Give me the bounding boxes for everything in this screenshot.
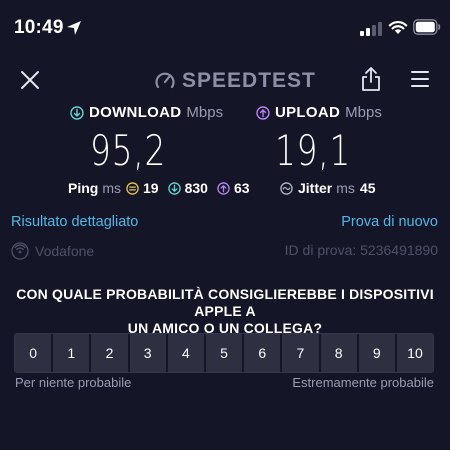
download-value: 95,2 xyxy=(90,126,167,175)
download-label: DOWNLOAD xyxy=(89,104,182,121)
speedtest-logo: SPEEDTEST xyxy=(154,68,316,94)
scale-low-label: Per niente probabile xyxy=(15,375,132,390)
rating-button-1[interactable]: 1 xyxy=(53,334,92,372)
top-bar: SPEEDTEST xyxy=(0,60,450,100)
rating-button-4[interactable]: 4 xyxy=(167,334,206,372)
detailed-result-link[interactable]: Risultato dettagliato xyxy=(11,214,138,230)
ping-label: Ping xyxy=(68,180,99,196)
rating-scale: 0 1 2 3 4 5 6 7 8 9 10 xyxy=(14,333,434,373)
scale-high-label: Estremamente probabile xyxy=(292,375,434,390)
speedometer-icon xyxy=(155,72,175,89)
ping-unit: ms xyxy=(102,180,122,196)
ping-upload-value: 63 xyxy=(233,180,250,196)
jitter-unit: ms xyxy=(336,180,355,196)
provider-signal-icon xyxy=(11,242,29,260)
jitter-label: Jitter xyxy=(298,180,333,196)
upload-label: UPLOAD xyxy=(275,104,341,121)
ping-idle-icon xyxy=(126,181,139,195)
rating-button-9[interactable]: 9 xyxy=(358,334,397,372)
ping-download-value: 830 xyxy=(184,180,208,196)
provider-info: Vodafone xyxy=(11,242,94,260)
rating-button-6[interactable]: 6 xyxy=(244,334,283,372)
cellular-signal-icon xyxy=(360,22,382,36)
status-time: 10:49 xyxy=(14,17,64,38)
upload-value: 19,1 xyxy=(275,126,352,175)
survey-question: CON QUALE PROBABILITÀ CONSIGLIEREBBE I D… xyxy=(0,286,450,337)
upload-header: UPLOAD Mbps xyxy=(256,104,382,121)
rating-button-5[interactable]: 5 xyxy=(205,334,245,372)
logo-text: SPEEDTEST xyxy=(182,69,316,92)
share-icon[interactable] xyxy=(360,66,382,92)
jitter-row: Jitter ms 45 xyxy=(280,180,384,196)
ping-idle-value: 19 xyxy=(143,180,159,196)
ping-row: Ping ms 19 830 63 xyxy=(68,180,259,196)
download-header: DOWNLOAD Mbps xyxy=(70,104,223,121)
menu-icon[interactable] xyxy=(410,69,430,89)
rating-button-0[interactable]: 0 xyxy=(15,334,54,372)
wifi-icon xyxy=(388,21,408,34)
rating-button-2[interactable]: 2 xyxy=(91,334,130,372)
ping-upload-icon xyxy=(217,181,230,195)
close-icon[interactable] xyxy=(18,68,42,92)
ping-download-icon xyxy=(167,181,181,195)
jitter-icon xyxy=(280,181,293,195)
battery-icon xyxy=(413,19,441,35)
rating-button-7[interactable]: 7 xyxy=(282,334,321,372)
location-arrow-icon xyxy=(67,21,81,35)
rating-button-3[interactable]: 3 xyxy=(129,334,168,372)
provider-name: Vodafone xyxy=(35,243,95,259)
rating-button-10[interactable]: 10 xyxy=(396,334,433,372)
status-bar: 10:49 xyxy=(0,0,450,56)
download-arrow-icon xyxy=(70,105,84,120)
test-id: ID di prova: 5236491890 xyxy=(284,242,438,258)
jitter-value: 45 xyxy=(359,180,376,196)
upload-arrow-icon xyxy=(256,105,270,120)
survey-question-line1: CON QUALE PROBABILITÀ CONSIGLIEREBBE I D… xyxy=(16,286,434,319)
rating-button-8[interactable]: 8 xyxy=(320,334,359,372)
download-unit: Mbps xyxy=(186,104,224,121)
upload-unit: Mbps xyxy=(345,104,382,121)
retry-link[interactable]: Prova di nuovo xyxy=(341,214,438,230)
